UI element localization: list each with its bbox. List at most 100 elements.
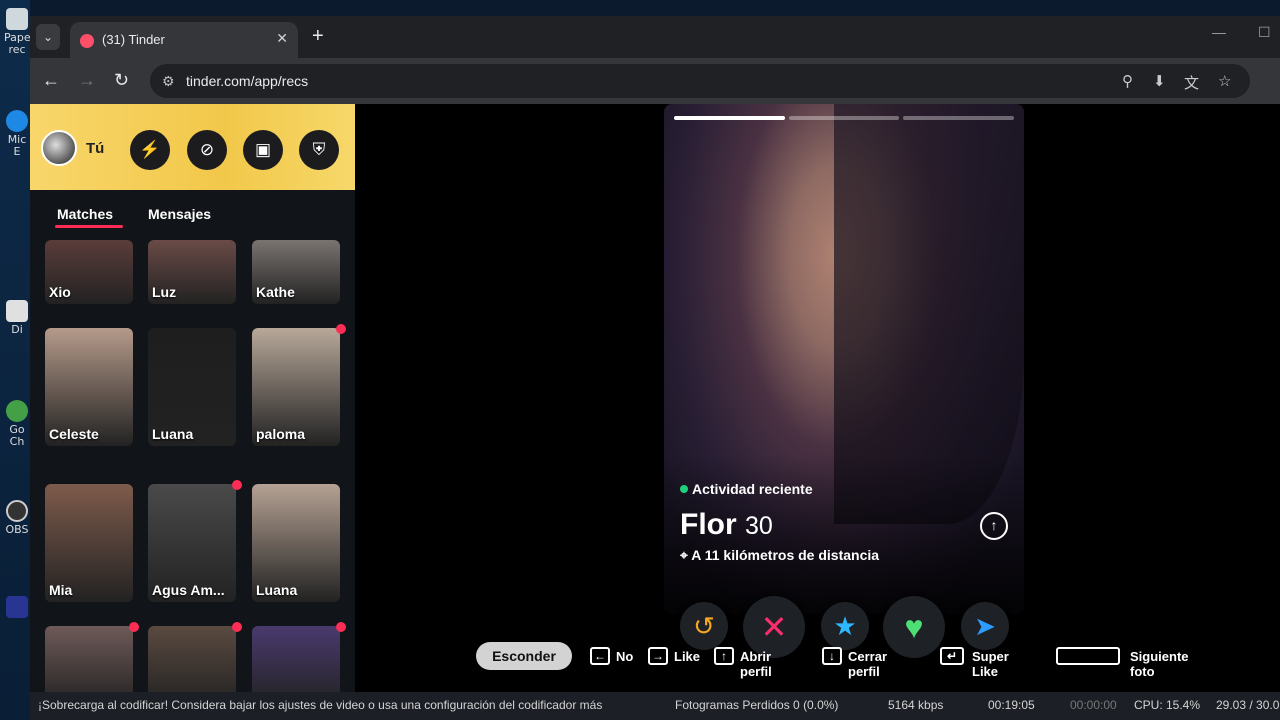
recent-activity: Actividad reciente: [680, 481, 813, 497]
tab-search-button[interactable]: ⌄: [36, 24, 60, 50]
match-card[interactable]: Kathe: [252, 240, 340, 304]
site-settings-icon[interactable]: ⚙: [162, 73, 175, 90]
obs-status-bar: ¡Sobrecarga al codificar! Considera baja…: [30, 692, 1280, 720]
match-name: Luana: [152, 426, 194, 442]
sidebar-header: Tú ⚡ ⊘ ▣ ⛨: [30, 104, 355, 190]
open-profile-icon[interactable]: ↑: [980, 512, 1008, 540]
install-app-icon[interactable]: ⬇: [1153, 72, 1166, 90]
toolbar: ← → ↻ ⚙ tinder.com/app/recs ⚲ ⬇ 文 ☆: [30, 58, 1280, 104]
match-card[interactable]: Mia: [45, 484, 133, 602]
encoder-warning: ¡Sobrecarga al codificar! Considera baja…: [38, 698, 603, 712]
photo-progress-segment[interactable]: [903, 116, 1014, 120]
location-icon[interactable]: ⚲: [1122, 72, 1133, 90]
match-card[interactable]: Luana: [252, 484, 340, 602]
match-name: Xio: [49, 284, 71, 300]
sidebar: Tú ⚡ ⊘ ▣ ⛨ Matches Mensajes Xio Luz Kathe C…: [30, 104, 355, 704]
match-card[interactable]: Agus Am...: [148, 484, 236, 602]
reload-button[interactable]: ↻: [114, 70, 129, 91]
superlike-button[interactable]: ★: [821, 602, 869, 650]
spacebar-key-icon: [1056, 647, 1120, 665]
desktop-icon-document[interactable]: Di: [4, 300, 30, 336]
stream-time: 00:00:00: [1070, 698, 1117, 712]
maximize-button[interactable]: ☐: [1258, 24, 1271, 41]
hide-shortcuts-button[interactable]: Esconder: [476, 642, 572, 670]
cpu-usage: CPU: 15.4%: [1134, 698, 1201, 712]
back-button[interactable]: ←: [42, 70, 60, 91]
explore-icon[interactable]: ⊘: [187, 130, 227, 170]
tinder-flame-icon: [80, 34, 94, 48]
tab-close-icon[interactable]: ✕: [276, 30, 288, 47]
desktop-icon-app[interactable]: [4, 596, 30, 620]
match-name: Kathe: [256, 284, 295, 300]
desktop-icon-papelera[interactable]: Pape rec: [4, 8, 31, 56]
up-arrow-key-icon: ↑: [714, 647, 734, 665]
browser-window: ⌄ (31) Tinder ✕ + — ☐ ← → ↻ ⚙ tinder.com…: [30, 16, 1280, 704]
dropped-frames: Fotogramas Perdidos 0 (0.0%): [675, 698, 839, 712]
active-tab-indicator: [55, 225, 123, 228]
location-pin-icon: ⌖: [680, 547, 692, 563]
record-time: 00:19:05: [988, 698, 1035, 712]
tinder-page: Tú ⚡ ⊘ ▣ ⛨ Matches Mensajes Xio Luz Kathe C…: [30, 104, 1280, 704]
tab-bar: ⌄ (31) Tinder ✕ + — ☐: [30, 16, 1280, 58]
unread-dot-icon: [336, 324, 346, 334]
match-card[interactable]: Luz: [148, 240, 236, 304]
unread-dot-icon: [232, 622, 242, 632]
tab-tinder[interactable]: (31) Tinder ✕: [70, 22, 298, 58]
profile-name: Flor 30: [680, 508, 773, 541]
unread-dot-icon: [336, 622, 346, 632]
shortcut-like-label: Like: [674, 649, 701, 664]
tab-messages[interactable]: Mensajes: [148, 206, 211, 222]
desktop-icon-obs[interactable]: OBS: [4, 500, 30, 536]
bookmark-star-icon[interactable]: ☆: [1218, 72, 1231, 90]
translate-icon[interactable]: 文: [1184, 72, 1199, 93]
profile-distance: ⌖ A 11 kilómetros de distancia: [680, 547, 880, 563]
down-arrow-key-icon: ↓: [822, 647, 842, 665]
unread-dot-icon: [129, 622, 139, 632]
new-tab-button[interactable]: +: [312, 25, 324, 48]
my-profile-label[interactable]: Tú: [86, 140, 104, 157]
boost-send-button[interactable]: ➤: [961, 602, 1009, 650]
match-name: Luana: [256, 582, 298, 598]
shortcut-close-label: Cerrar perfil: [848, 649, 888, 679]
online-dot-icon: [680, 485, 688, 493]
profile-card[interactable]: Actividad reciente Flor 30 ⌖ A 11 kilóme…: [664, 104, 1024, 614]
safety-shield-icon[interactable]: ⛨: [299, 130, 339, 170]
desktop-icon-chrome[interactable]: Go Ch: [4, 400, 30, 448]
left-arrow-key-icon: ←: [590, 647, 610, 665]
photo-progress-segment[interactable]: [788, 116, 900, 120]
photo-progress-segment[interactable]: [674, 116, 785, 120]
match-name: paloma: [256, 426, 306, 442]
match-card[interactable]: Xio: [45, 240, 133, 304]
match-name: Celeste: [49, 426, 99, 442]
profile-age: 30: [745, 512, 773, 540]
shortcut-no-label: No: [616, 649, 634, 664]
enter-key-icon: ↵: [940, 647, 964, 665]
fps: 29.03 / 30.0: [1216, 698, 1280, 712]
tab-title: (31) Tinder: [102, 32, 165, 47]
sidebar-tabs: Matches Mensajes: [30, 190, 355, 238]
match-card[interactable]: paloma: [252, 328, 340, 446]
match-name: Luz: [152, 284, 177, 300]
my-avatar[interactable]: [41, 130, 77, 166]
work-mode-icon[interactable]: ▣: [243, 130, 283, 170]
boost-icon[interactable]: ⚡: [130, 130, 170, 170]
bitrate: 5164 kbps: [888, 698, 944, 712]
forward-button[interactable]: →: [78, 70, 96, 91]
like-button[interactable]: ♥: [883, 596, 945, 658]
match-name: Mia: [49, 582, 73, 598]
url-text[interactable]: tinder.com/app/recs: [186, 73, 308, 89]
shortcut-open-label: Abrir perfil: [740, 649, 772, 679]
minimize-button[interactable]: —: [1212, 24, 1226, 40]
unread-dot-icon: [232, 480, 242, 490]
tab-matches[interactable]: Matches: [57, 206, 113, 222]
desktop-icon-edge[interactable]: Mic E: [4, 110, 30, 158]
shortcut-next-photo-label: Siguiente foto: [1130, 649, 1189, 679]
rewind-button[interactable]: ↺: [680, 602, 728, 650]
match-card[interactable]: Luana: [148, 328, 236, 446]
match-name: Agus Am...: [152, 582, 225, 598]
shortcut-superlike-label: Super Like: [972, 649, 1009, 679]
desktop-strip: Pape rec Mic E Di Go Ch OBS: [0, 0, 31, 720]
right-arrow-key-icon: →: [648, 647, 668, 665]
match-card[interactable]: Celeste: [45, 328, 133, 446]
address-bar[interactable]: ⚙ tinder.com/app/recs ⚲ ⬇ 文 ☆: [150, 64, 1250, 98]
